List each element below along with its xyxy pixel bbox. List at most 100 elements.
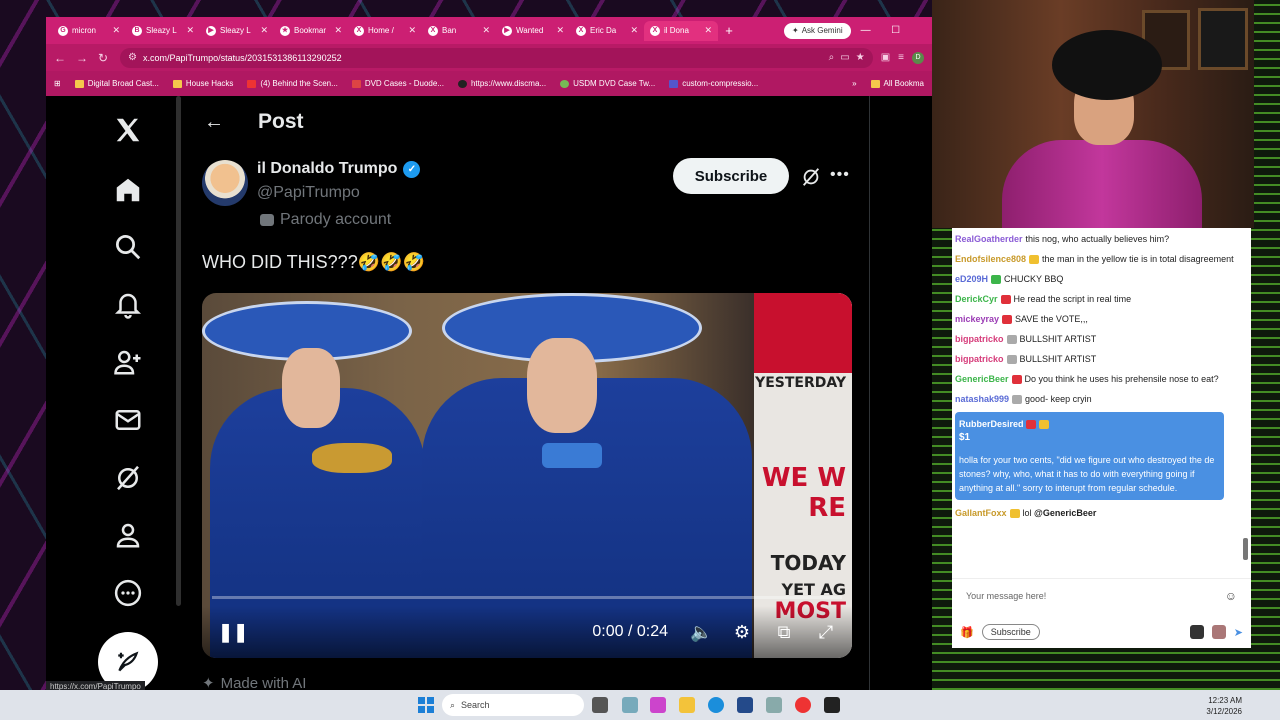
close-icon[interactable]: ✕ (630, 25, 638, 36)
chat-username[interactable]: Endofsilence808 (955, 254, 1026, 264)
close-icon[interactable]: ✕ (408, 25, 416, 36)
settings-gear-icon[interactable]: ⚙ (732, 622, 752, 643)
file-explorer-icon[interactable] (679, 697, 695, 713)
browser-tab[interactable]: ★ Bookmar ✕ (274, 21, 348, 41)
close-icon[interactable]: ✕ (482, 25, 490, 36)
browser-tab[interactable]: X Ban ✕ (422, 21, 496, 41)
task-view-icon[interactable] (592, 697, 608, 713)
browser-tab[interactable]: X Home / ✕ (348, 21, 422, 41)
more-circle-icon[interactable] (108, 573, 148, 613)
all-bookmarks[interactable]: All Bookma (870, 79, 924, 88)
emoji-icon[interactable]: ☺ (1225, 589, 1237, 603)
video-progress-bar[interactable] (212, 596, 842, 599)
close-icon[interactable]: ✕ (334, 25, 342, 36)
avatar[interactable] (202, 160, 248, 206)
browser-tab[interactable]: ▶ Wanted ✕ (496, 21, 570, 41)
taskbar-search[interactable]: ⌕ Search (442, 694, 584, 716)
chat-username[interactable]: bigpatricko (955, 354, 1004, 364)
profile-avatar[interactable]: D (912, 51, 924, 64)
bookmark-item[interactable]: House Hacks (172, 79, 233, 88)
chat-username[interactable]: eD209H (955, 274, 988, 284)
volume-icon[interactable]: 🔈 (690, 622, 712, 643)
chat-username[interactable]: RealGoatherder (955, 234, 1023, 244)
extensions-icon[interactable]: ▣ (881, 52, 890, 63)
home-icon[interactable] (108, 170, 148, 210)
chat-scrollbar[interactable] (1243, 538, 1248, 560)
system-clock[interactable]: 12:23 AM 3/12/2026 (1206, 695, 1242, 717)
back-icon[interactable]: ← (54, 51, 68, 65)
close-icon[interactable]: ✕ (186, 25, 194, 36)
close-icon[interactable]: ✕ (112, 25, 120, 36)
close-icon[interactable]: ✕ (260, 25, 268, 36)
bookmark-item[interactable]: custom-compressio... (669, 79, 758, 88)
author-handle[interactable]: @PapiTrumpo (257, 184, 360, 202)
chat-username[interactable]: bigpatricko (955, 334, 1004, 344)
maximize-icon[interactable]: ☐ (881, 25, 911, 36)
browser-tab[interactable]: B Sleazy L ✕ (126, 21, 200, 41)
windows-start-icon[interactable] (418, 697, 434, 713)
send-icon[interactable]: ➤ (1234, 626, 1243, 639)
chevron-right-icon[interactable]: » (852, 79, 856, 88)
chat-message-list[interactable]: RealGoatherder this nog, who actually bel… (952, 228, 1242, 570)
fullscreen-icon[interactable]: ⤢ (816, 622, 836, 643)
obs-icon[interactable] (824, 697, 840, 713)
pip-icon[interactable]: ⧉ (774, 622, 794, 643)
chat-username[interactable]: GallantFoxx (955, 508, 1007, 518)
zoom-icon[interactable]: ⌕ (829, 52, 835, 63)
site-info-icon[interactable]: ⚙ (128, 52, 137, 63)
close-icon[interactable]: ✕ (556, 25, 564, 36)
chat-username[interactable]: natashak999 (955, 394, 1009, 404)
x-logo-icon[interactable] (108, 110, 148, 150)
chat-username[interactable]: mickeyray (955, 314, 999, 324)
gift-icon[interactable]: 🎁 (960, 626, 974, 639)
browser-tab[interactable]: Gmicron ✕ (52, 21, 126, 41)
bookmark-star-icon[interactable]: ★ (856, 52, 865, 63)
taskbar-app-icon[interactable] (650, 697, 666, 713)
messages-envelope-icon[interactable] (108, 400, 148, 440)
user-avatar-icon[interactable] (1189, 625, 1204, 639)
sticker-icon[interactable] (1211, 625, 1226, 639)
chat-subscribe-button[interactable]: Subscribe (981, 624, 1040, 640)
browser-tab[interactable]: X Eric Da ✕ (570, 21, 644, 41)
grok-icon[interactable] (800, 166, 822, 188)
close-icon[interactable]: ✕ (704, 25, 712, 36)
search-icon[interactable] (108, 227, 148, 267)
bookmark-item[interactable]: Digital Broad Cast... (74, 79, 159, 88)
notifications-bell-icon[interactable] (108, 285, 148, 325)
author-name[interactable]: il Donaldo Trumpo ✓ (257, 160, 421, 178)
new-tab-button[interactable]: + (718, 23, 740, 38)
back-arrow-icon[interactable]: ← (204, 111, 224, 134)
browser-tab-active[interactable]: Xil Dona ✕ (644, 20, 718, 41)
bookmark-item[interactable]: USDM DVD Case Tw... (560, 79, 655, 88)
reload-icon[interactable]: ↻ (98, 51, 112, 65)
bookmark-item[interactable]: https://www.discma... (457, 79, 546, 88)
edge-browser-icon[interactable] (708, 697, 724, 713)
store-icon[interactable] (737, 697, 753, 713)
chat-username[interactable]: GenericBeer (955, 374, 1009, 384)
taskbar-app-icon[interactable] (766, 697, 782, 713)
video-player[interactable]: YESTERDAY WE W RE TODAY YET AG MOST ❚❚ 0… (202, 293, 852, 658)
pause-icon[interactable]: ❚❚ (218, 622, 248, 643)
profile-icon[interactable] (108, 515, 148, 555)
apps-icon[interactable]: ⊞ (54, 79, 61, 88)
ask-gemini-button[interactable]: ✦ Ask Gemini (784, 22, 851, 39)
grok-icon[interactable] (108, 458, 148, 498)
bookmark-item[interactable]: DVD Cases - Duode... (351, 79, 444, 88)
superchat-username[interactable]: RubberDesired (959, 419, 1024, 429)
follow-icon[interactable] (108, 342, 148, 382)
page-scrollbar[interactable] (176, 96, 181, 606)
copilot-icon[interactable] (622, 697, 638, 713)
url-field[interactable]: ⚙ x.com/PapiTrumpo/status/20315313861132… (120, 47, 873, 68)
bookmark-item[interactable]: (4) Behind the Scen... (247, 79, 338, 88)
subscribe-button[interactable]: Subscribe (673, 158, 789, 194)
shield-icon[interactable] (1168, 625, 1182, 639)
chat-input[interactable]: Your message here! ☺ (952, 578, 1251, 612)
more-options-icon[interactable]: ••• (830, 166, 850, 184)
chrome-icon[interactable] (795, 697, 811, 713)
chat-mention[interactable]: @GenericBeer (1034, 508, 1096, 518)
menu-icon[interactable]: ≡ (898, 52, 904, 63)
chat-username[interactable]: DerickCyr (955, 294, 998, 304)
minimize-icon[interactable]: — (851, 25, 881, 36)
forward-icon[interactable]: → (76, 51, 90, 65)
cast-icon[interactable]: ▭ (840, 52, 849, 63)
